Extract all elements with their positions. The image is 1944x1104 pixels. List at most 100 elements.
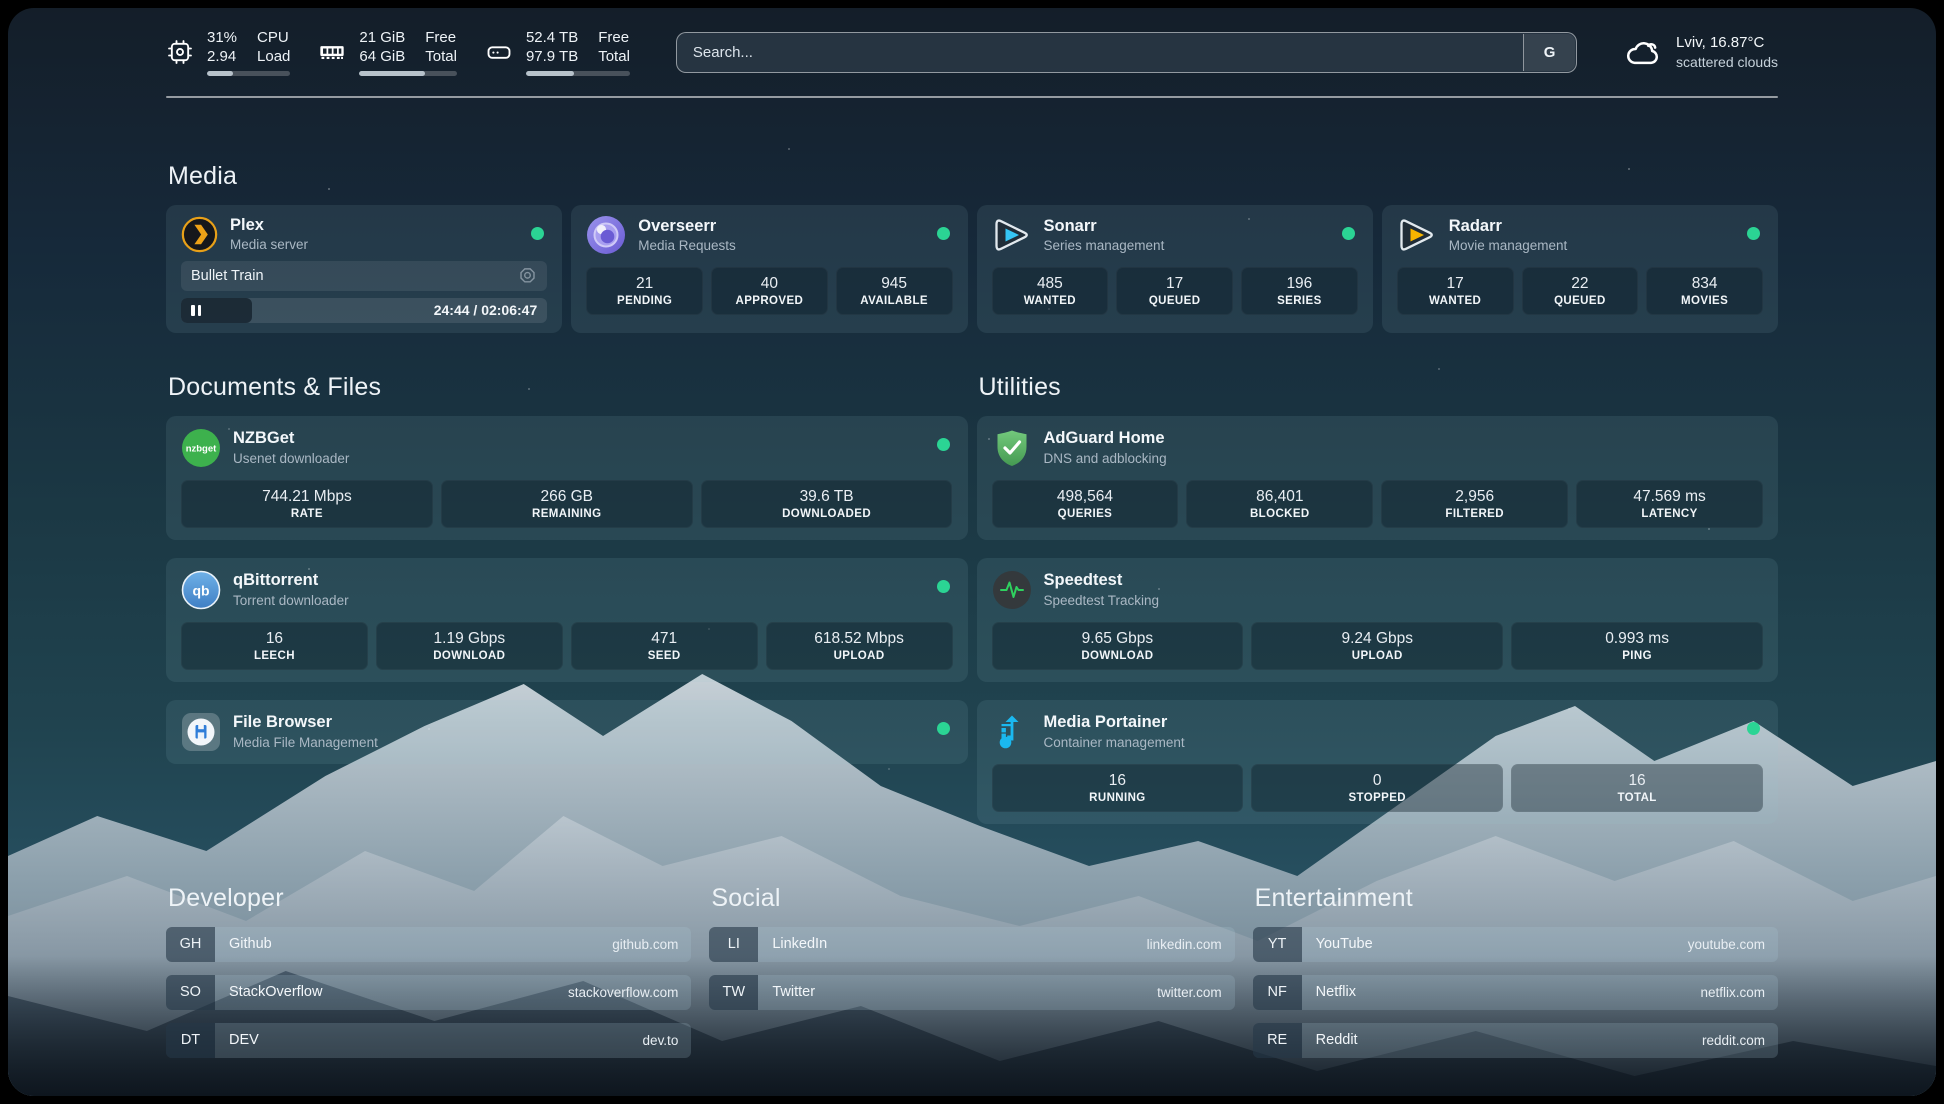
stat-value: 0.993 ms <box>1605 630 1669 648</box>
service-subtitle: Movie management <box>1449 237 1568 255</box>
bookmark-link[interactable]: YT YouTube youtube.com <box>1253 927 1778 962</box>
memory-icon <box>318 38 346 66</box>
service-stats: 16 LEECH 1.19 Gbps DOWNLOAD 471 SE <box>181 622 953 670</box>
weather-condition: scattered clouds <box>1676 53 1778 72</box>
bookmark-name: StackOverflow <box>229 984 322 1000</box>
disk-progress-fill <box>526 71 574 76</box>
stat-value: 196 <box>1286 275 1312 293</box>
service-name: Radarr <box>1449 216 1568 237</box>
media-section-title: Media <box>168 162 1778 191</box>
bookmark-url: github.com <box>612 937 678 952</box>
stat-value: 21 <box>636 275 653 293</box>
filebrowser-icon <box>181 712 221 752</box>
stat-label: BLOCKED <box>1250 508 1310 520</box>
service-name: Speedtest <box>1044 570 1160 591</box>
bookmark-link[interactable]: DT DEV dev.to <box>166 1023 691 1058</box>
disk-icon <box>485 38 513 66</box>
stat-value: 744.21 Mbps <box>262 488 352 506</box>
cpu-progress-track <box>207 71 290 76</box>
bookmark-link[interactable]: RE Reddit reddit.com <box>1253 1023 1778 1058</box>
cpu-value-1: 31% <box>207 28 237 47</box>
service-card-radarr[interactable]: Radarr Movie management 17 WANTED <box>1382 205 1778 333</box>
bookmark-link[interactable]: SO StackOverflow stackoverflow.com <box>166 975 691 1010</box>
bookmark-url: netflix.com <box>1700 985 1765 1000</box>
search-input[interactable] <box>676 32 1577 73</box>
radarr-icon <box>1397 215 1437 255</box>
service-card-nzbget[interactable]: nzbget NZBGet Usenet downloader <box>166 416 968 540</box>
resource-widgets: 31% 2.94 CPU Load <box>166 28 630 76</box>
stat-value: 40 <box>761 275 778 293</box>
status-dot <box>937 438 950 451</box>
stat-label: STOPPED <box>1348 792 1406 804</box>
memory-progress-track <box>359 71 457 76</box>
stat-block: 471 SEED <box>571 622 758 670</box>
playback-time: 24:44 / 02:06:47 <box>434 302 548 318</box>
overseerr-icon <box>586 215 626 255</box>
search-provider-button[interactable]: G <box>1523 34 1575 71</box>
developer-group-title: Developer <box>168 884 691 913</box>
stat-value: 0 <box>1373 772 1382 790</box>
cpu-widget: 31% 2.94 CPU Load <box>166 28 290 76</box>
bookmark-link[interactable]: LI LinkedIn linkedin.com <box>709 927 1234 962</box>
service-name: Overseerr <box>638 216 736 237</box>
stat-value: 16 <box>1628 772 1645 790</box>
service-name: NZBGet <box>233 428 349 449</box>
bookmark-link[interactable]: GH Github github.com <box>166 927 691 962</box>
disk-widget: 52.4 TB 97.9 TB Free Total <box>485 28 630 76</box>
stat-label: MOVIES <box>1681 295 1728 307</box>
stat-label: WANTED <box>1429 295 1481 307</box>
disk-label-2: Total <box>598 47 630 66</box>
bookmark-link[interactable]: TW Twitter twitter.com <box>709 975 1234 1010</box>
stat-label: UPLOAD <box>1352 650 1403 662</box>
stat-label: AVAILABLE <box>860 295 928 307</box>
service-card-speedtest[interactable]: Speedtest Speedtest Tracking 9.65 Gbps D… <box>977 558 1779 682</box>
service-subtitle: Usenet downloader <box>233 450 349 468</box>
bookmark-name: LinkedIn <box>772 936 827 952</box>
service-card-portainer[interactable]: Media Portainer Container management 16 … <box>977 700 1779 824</box>
stat-value: 1.19 Gbps <box>434 630 506 648</box>
service-subtitle: Container management <box>1044 734 1185 752</box>
stat-block: 86,401 BLOCKED <box>1186 480 1373 528</box>
section-documents: Documents & Files nzbget NZBGet Usenet d… <box>166 373 968 824</box>
bookmark-group-entertainment: Entertainment YT YouTube youtube.com NF … <box>1253 884 1778 1058</box>
portainer-icon <box>992 712 1032 752</box>
service-name: qBittorrent <box>233 570 349 591</box>
stat-value: 834 <box>1692 275 1718 293</box>
stat-block: 834 MOVIES <box>1646 267 1763 315</box>
service-card-plex[interactable]: Plex Media server Bullet Train <box>166 205 562 333</box>
bookmark-name: YouTube <box>1316 936 1373 952</box>
memory-label-1: Free <box>425 28 457 47</box>
stat-label: REMAINING <box>532 508 601 520</box>
disk-value-2: 97.9 TB <box>526 47 578 66</box>
status-dot <box>937 580 950 593</box>
entertainment-group-title: Entertainment <box>1255 884 1778 913</box>
bookmark-url: stackoverflow.com <box>568 985 678 1000</box>
stat-value: 17 <box>1447 275 1464 293</box>
stat-label: WANTED <box>1024 295 1076 307</box>
service-card-overseerr[interactable]: Overseerr Media Requests 21 PENDING <box>571 205 967 333</box>
service-card-adguard[interactable]: AdGuard Home DNS and adblocking 498,564 … <box>977 416 1779 540</box>
stat-label: LATENCY <box>1641 508 1697 520</box>
bookmark-name: Github <box>229 936 272 952</box>
qbittorrent-icon: qb <box>181 570 221 610</box>
service-subtitle: Speedtest Tracking <box>1044 592 1160 610</box>
bookmark-abbr: YT <box>1253 927 1302 962</box>
service-card-filebrowser[interactable]: File Browser Media File Management <box>166 700 968 764</box>
documents-section-title: Documents & Files <box>168 373 968 402</box>
bookmark-name: DEV <box>229 1032 259 1048</box>
cpu-icon <box>166 38 194 66</box>
bookmark-link[interactable]: NF Netflix netflix.com <box>1253 975 1778 1010</box>
stat-value: 17 <box>1166 275 1183 293</box>
service-subtitle: Media File Management <box>233 734 378 752</box>
stat-label: RATE <box>291 508 323 520</box>
bookmark-abbr: GH <box>166 927 215 962</box>
stat-value: 39.6 TB <box>800 488 854 506</box>
status-dot <box>937 722 950 735</box>
service-name: File Browser <box>233 712 378 733</box>
service-subtitle: Media Requests <box>638 237 736 255</box>
stat-block: 9.24 Gbps UPLOAD <box>1251 622 1503 670</box>
service-card-sonarr[interactable]: Sonarr Series management 485 WANTED <box>977 205 1373 333</box>
stat-value: 266 GB <box>540 488 593 506</box>
section-utilities: Utilities AdGuard Home <box>977 373 1779 824</box>
service-card-qbittorrent[interactable]: qb qBittorrent Torrent downloader 16 <box>166 558 968 682</box>
